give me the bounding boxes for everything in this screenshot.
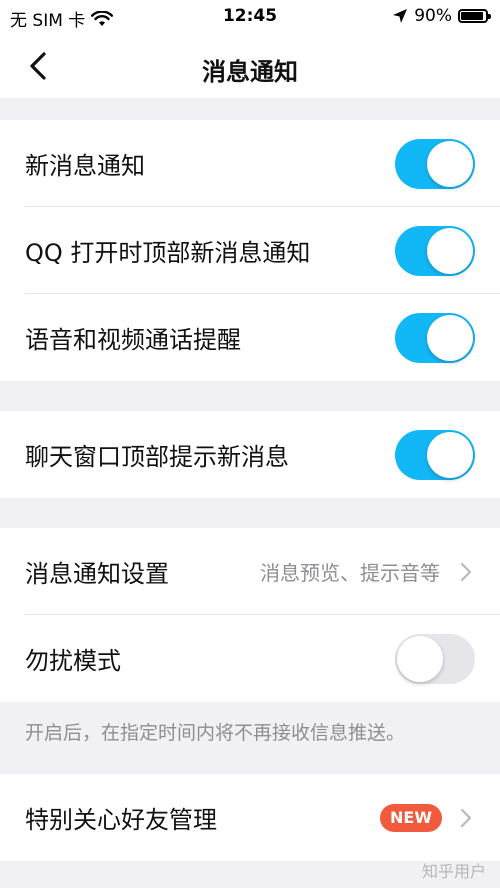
row-top-banner-notify[interactable]: QQ 打开时顶部新消息通知 <box>0 207 500 294</box>
toggle-knob <box>427 227 473 274</box>
toggle-knob <box>427 140 473 187</box>
row-call-reminder[interactable]: 语音和视频通话提醒 <box>0 294 500 381</box>
row-label: QQ 打开时顶部新消息通知 <box>25 239 311 267</box>
status-right: 90% <box>392 6 491 26</box>
watermark: 知乎用户 <box>421 862 486 881</box>
notification-group-3: 消息通知设置 消息预览、提示音等 勿扰模式 <box>0 528 500 702</box>
dnd-hint-text: 开启后，在指定时间内将不再接收信息推送。 <box>25 722 406 744</box>
dnd-toggle[interactable] <box>395 633 475 684</box>
battery-fill <box>461 12 483 20</box>
location-arrow-icon <box>393 9 408 23</box>
row-label: 勿扰模式 <box>25 647 121 675</box>
row-label: 聊天窗口顶部提示新消息 <box>25 443 289 471</box>
row-special-care-friends[interactable]: 特别关心好友管理 NEW <box>0 774 500 861</box>
toggle-knob <box>427 431 473 478</box>
toggle-knob <box>427 314 473 361</box>
new-message-toggle[interactable] <box>395 138 475 189</box>
notification-group-2: 聊天窗口顶部提示新消息 <box>0 411 500 498</box>
top-banner-toggle[interactable] <box>395 225 475 276</box>
chat-top-hint-toggle[interactable] <box>395 429 475 480</box>
row-do-not-disturb[interactable]: 勿扰模式 <box>0 615 500 702</box>
battery-nub <box>488 14 491 19</box>
toggle-knob <box>397 635 443 682</box>
chevron-right-icon <box>456 562 476 582</box>
row-notification-settings[interactable]: 消息通知设置 消息预览、提示音等 <box>0 528 500 615</box>
row-detail: 消息预览、提示音等 <box>260 561 440 585</box>
row-label: 消息通知设置 <box>25 560 169 588</box>
new-badge: NEW <box>380 803 442 832</box>
row-label: 特别关心好友管理 <box>25 806 217 834</box>
battery-icon <box>458 9 491 23</box>
page-title: 消息通知 <box>202 58 298 86</box>
notification-group-1: 新消息通知 QQ 打开时顶部新消息通知 语音和视频通话提醒 <box>0 120 500 381</box>
status-bar: 无 SIM 卡 12:45 90% <box>0 0 500 34</box>
row-label: 新消息通知 <box>25 152 145 180</box>
call-reminder-toggle[interactable] <box>395 312 475 363</box>
row-new-message-notify[interactable]: 新消息通知 <box>0 120 500 207</box>
notification-group-4: 特别关心好友管理 NEW <box>0 774 500 861</box>
chevron-right-icon <box>456 808 476 828</box>
nav-bar: 消息通知 <box>0 34 500 98</box>
battery-percent: 90% <box>414 6 452 26</box>
row-chat-top-hint[interactable]: 聊天窗口顶部提示新消息 <box>0 411 500 498</box>
row-label: 语音和视频通话提醒 <box>25 326 241 354</box>
